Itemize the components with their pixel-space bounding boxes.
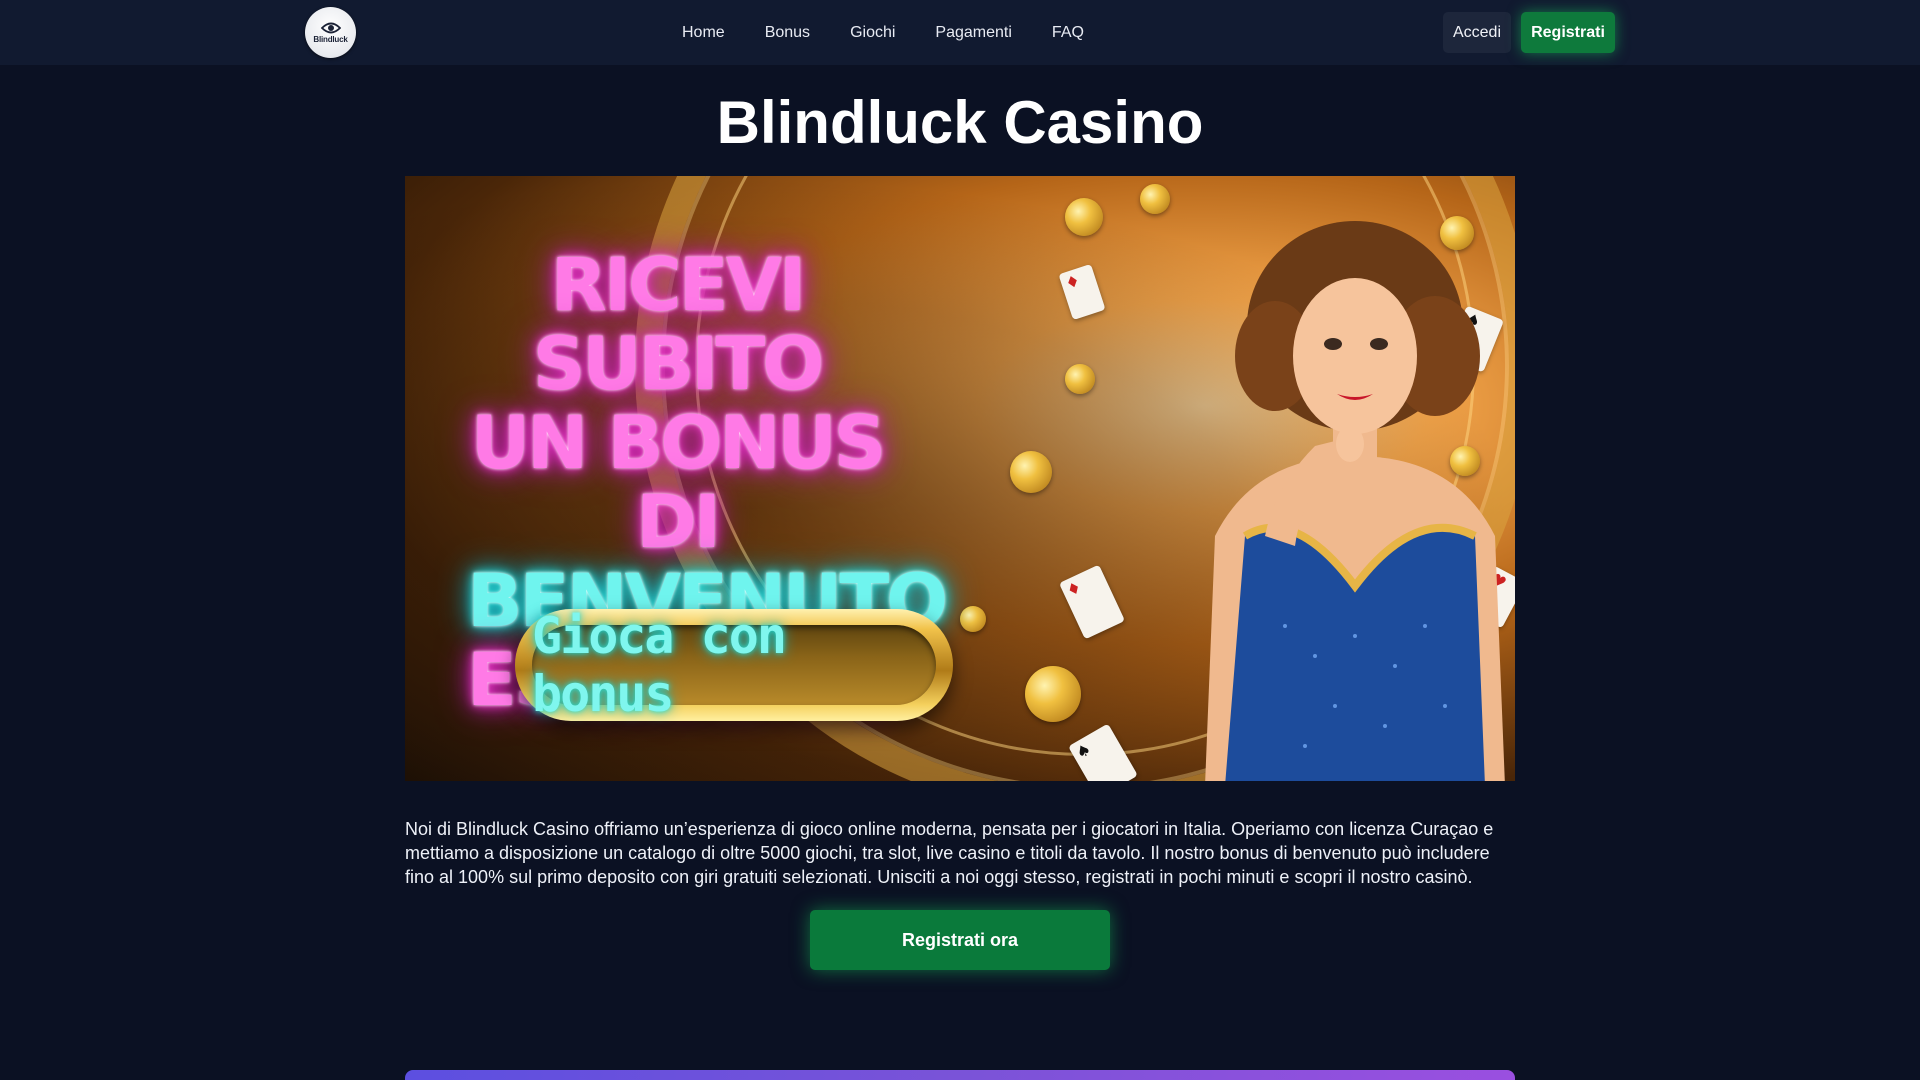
promo-line-1: RICEVI SUBITO <box>532 243 825 407</box>
coin-decoration <box>1025 666 1081 722</box>
play-with-bonus-label: Gioca con bonus <box>532 607 936 723</box>
page-title: Blindluck Casino <box>716 89 1204 156</box>
coin-decoration <box>960 606 986 632</box>
coin-decoration <box>1065 364 1095 394</box>
eye-icon <box>320 22 341 33</box>
nav-bonus[interactable]: Bonus <box>765 24 810 42</box>
nav-home[interactable]: Home <box>682 24 725 42</box>
main-nav: Home Bonus Giochi Pagamenti FAQ <box>682 0 1084 65</box>
register-now-button[interactable]: Registrati ora <box>810 910 1110 970</box>
register-button[interactable]: Registrati <box>1521 12 1615 53</box>
login-button[interactable]: Accedi <box>1443 12 1511 53</box>
coin-decoration <box>1010 451 1052 493</box>
promo-banner[interactable]: ♦ ♠ ♦ ♠ ♥ RICEVI SUBITO UN BONUS DI BENV… <box>405 176 1515 781</box>
site-header: Blindluck Home Bonus Giochi Pagamenti FA… <box>0 0 1920 65</box>
woman-illustration <box>1205 221 1505 781</box>
promo-line-2: UN BONUS DI <box>470 401 886 565</box>
logo[interactable]: Blindluck <box>305 7 356 58</box>
play-with-bonus-button[interactable]: Gioca con bonus <box>515 607 953 723</box>
nav-pagamenti[interactable]: Pagamenti <box>935 24 1012 42</box>
nav-faq[interactable]: FAQ <box>1052 24 1084 42</box>
nav-giochi[interactable]: Giochi <box>850 24 895 42</box>
next-section-edge <box>405 1070 1515 1080</box>
logo-text: Blindluck <box>313 34 348 44</box>
intro-paragraph: Noi di Blindluck Casino offriamo un’espe… <box>405 819 1494 887</box>
coin-decoration <box>1065 198 1103 236</box>
